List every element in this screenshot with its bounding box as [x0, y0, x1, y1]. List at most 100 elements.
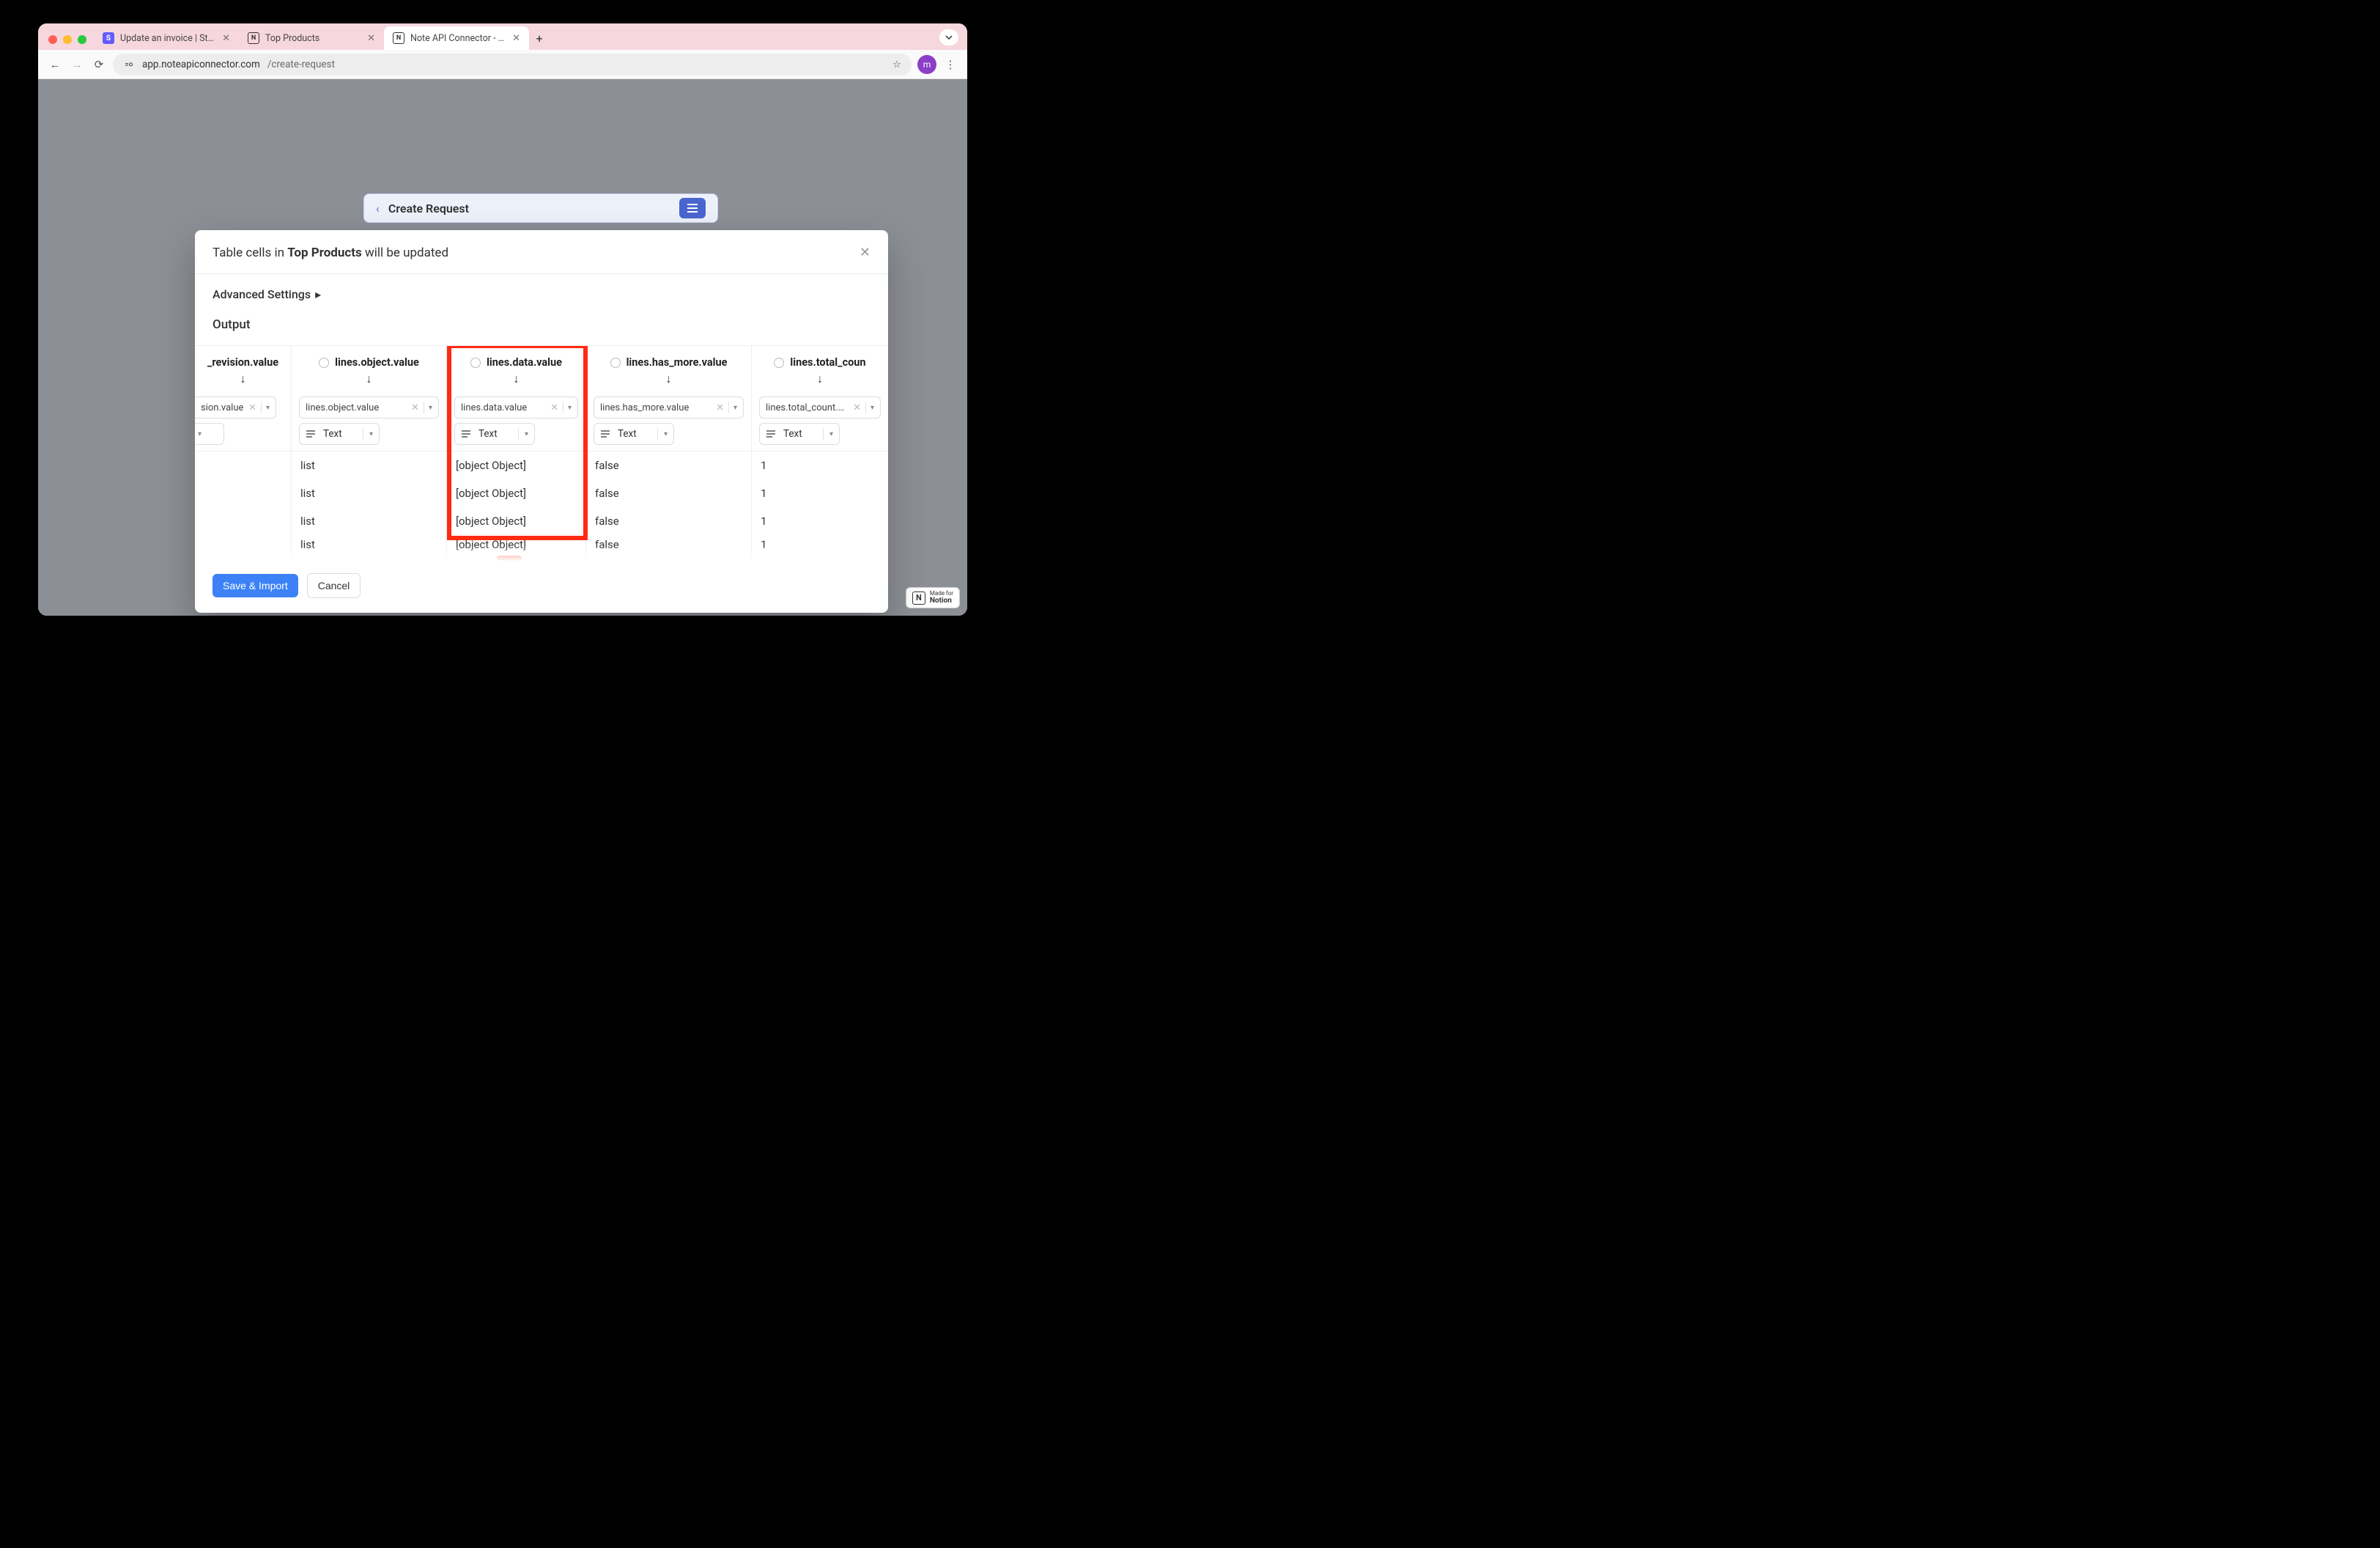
column-body [195, 451, 291, 556]
table-cell [195, 479, 291, 507]
column-type-field[interactable]: Text▾ [454, 423, 535, 445]
address-bar[interactable]: app.noteapiconnector.com/create-request … [113, 54, 912, 75]
hamburger-menu-button[interactable] [679, 198, 706, 218]
arrow-down-icon: ↓ [666, 372, 672, 386]
tab-overflow-button[interactable] [939, 29, 958, 45]
close-icon[interactable]: ✕ [222, 33, 230, 44]
table-cell: false [586, 535, 751, 556]
window-controls [44, 35, 94, 50]
clear-icon[interactable]: ✕ [716, 402, 724, 413]
minimize-window-button[interactable] [63, 35, 72, 44]
column-mapping-field[interactable]: lines.object.value✕▾ [299, 397, 439, 419]
page-content-overlay: ‹ Create Request Run N Made forNotion Ta… [38, 79, 967, 616]
table-cell: [object Object] [447, 535, 585, 556]
chevron-down-icon[interactable]: ▾ [829, 430, 833, 438]
output-column: _revision.value↓sion.value✕▾Text▾ [195, 346, 292, 561]
tab-title: Update an invoice | Stripe API [120, 33, 216, 44]
chevron-down-icon[interactable]: ▾ [198, 430, 202, 438]
table-cell [195, 535, 291, 556]
table-cell: 1 [752, 535, 888, 556]
close-window-button[interactable] [48, 35, 57, 44]
column-label: lines.data.value [487, 356, 562, 369]
browser-toolbar: ← → ⟳ app.noteapiconnector.com/create-re… [38, 50, 967, 79]
tab-top-products[interactable]: N Top Products ✕ [239, 26, 384, 50]
column-type-field[interactable]: Text▾ [594, 423, 674, 445]
notion-logo-icon: N [912, 591, 925, 605]
back-button[interactable]: ← [47, 58, 63, 71]
chevron-down-icon[interactable]: ▾ [871, 404, 874, 412]
tab-stripe[interactable]: S Update an invoice | Stripe API ✕ [94, 26, 239, 50]
column-select-checkbox[interactable] [470, 358, 481, 368]
profile-avatar[interactable]: m [917, 55, 936, 74]
column-select-checkbox[interactable] [319, 358, 329, 368]
column-select-checkbox[interactable] [774, 358, 784, 368]
cancel-button[interactable]: Cancel [307, 573, 361, 598]
horizontal-scrollbar-thumb[interactable] [497, 556, 522, 561]
bookmark-icon[interactable]: ☆ [892, 59, 901, 70]
column-body: falsefalsefalsefalse [586, 451, 751, 556]
column-type-field[interactable]: Text▾ [299, 423, 380, 445]
output-preview-modal: Table cells in Top Products will be upda… [195, 230, 888, 613]
output-heading: Output [212, 317, 871, 332]
site-info-icon[interactable] [123, 59, 135, 70]
column-label: lines.object.value [335, 356, 419, 369]
note-api-icon: N [393, 32, 404, 44]
arrow-down-icon: ↓ [514, 372, 520, 386]
advanced-settings-toggle[interactable]: Advanced Settings ▸ [212, 287, 871, 301]
table-cell: false [586, 452, 751, 479]
column-select-checkbox[interactable] [610, 358, 621, 368]
url-path: /create-request [267, 59, 335, 70]
output-table: _revision.value↓sion.value✕▾Text▾lines.o… [195, 345, 888, 561]
text-type-icon [766, 430, 777, 438]
kebab-menu-icon[interactable]: ⋮ [942, 58, 958, 71]
table-cell [195, 507, 291, 535]
chevron-down-icon[interactable]: ▾ [568, 404, 572, 412]
table-cell: list [292, 479, 446, 507]
chevron-down-icon[interactable]: ▾ [369, 430, 373, 438]
column-type-field[interactable]: Text▾ [195, 423, 224, 445]
chevron-down-icon[interactable]: ▾ [664, 430, 668, 438]
chevron-down-icon[interactable]: ▾ [266, 404, 270, 412]
chevron-left-icon[interactable]: ‹ [376, 202, 380, 215]
caret-right-icon: ▸ [315, 287, 321, 301]
chevron-down-icon[interactable]: ▾ [733, 404, 737, 412]
column-label: _revision.value [207, 356, 278, 369]
output-column: lines.data.value↓lines.data.value✕▾Text▾… [447, 346, 586, 561]
column-mapping-field[interactable]: sion.value✕▾ [195, 397, 276, 419]
table-cell [195, 452, 291, 479]
table-cell: 1 [752, 452, 888, 479]
table-cell: [object Object] [447, 507, 585, 535]
column-header: lines.has_more.value↓ [586, 353, 751, 394]
new-tab-button[interactable]: + [529, 32, 550, 50]
column-header: lines.object.value↓ [292, 353, 446, 394]
reload-button[interactable]: ⟳ [91, 58, 107, 71]
forward-button[interactable]: → [69, 58, 85, 71]
table-cell: false [586, 507, 751, 535]
table-cell: 1 [752, 507, 888, 535]
text-type-icon [306, 430, 317, 438]
column-mapping-field[interactable]: lines.total_count.value✕▾ [759, 397, 881, 419]
close-icon[interactable]: ✕ [512, 33, 520, 44]
stripe-icon: S [103, 32, 114, 44]
column-mapping-field[interactable]: lines.data.value✕▾ [454, 397, 578, 419]
clear-icon[interactable]: ✕ [411, 402, 419, 413]
table-cell: 1 [752, 479, 888, 507]
clear-icon[interactable]: ✕ [550, 402, 558, 413]
tab-note-api[interactable]: N Note API Connector - App ✕ [384, 26, 529, 50]
save-import-button[interactable]: Save & Import [212, 574, 298, 597]
clear-icon[interactable]: ✕ [248, 402, 256, 413]
chevron-down-icon[interactable]: ▾ [525, 430, 528, 438]
close-modal-button[interactable]: ✕ [860, 245, 871, 260]
close-icon[interactable]: ✕ [367, 33, 375, 44]
page-title: Create Request [388, 202, 469, 215]
browser-window: S Update an invoice | Stripe API ✕ N Top… [38, 23, 967, 616]
chevron-down-icon[interactable]: ▾ [429, 404, 432, 412]
column-mapping-field[interactable]: lines.has_more.value✕▾ [594, 397, 744, 419]
maximize-window-button[interactable] [78, 35, 86, 44]
table-cell: list [292, 507, 446, 535]
clear-icon[interactable]: ✕ [853, 402, 861, 413]
made-for-notion-badge[interactable]: N Made forNotion [906, 587, 960, 608]
column-type-field[interactable]: Text▾ [759, 423, 840, 445]
modal-title: Table cells in Top Products will be upda… [212, 246, 448, 260]
output-column: lines.has_more.value↓lines.has_more.valu… [586, 346, 752, 561]
